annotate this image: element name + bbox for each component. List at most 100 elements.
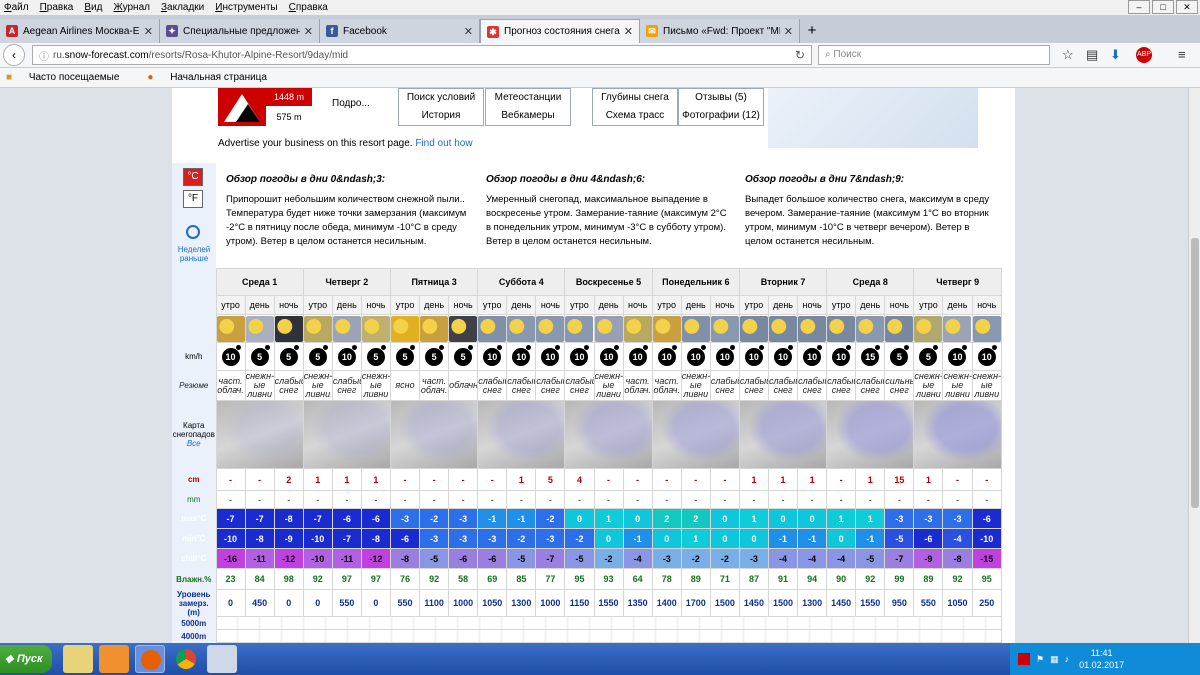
tab-4[interactable]: ✱ Прогноз состояния снега и ... ✕ xyxy=(480,19,640,43)
earlier-week-link[interactable]: Неделей раньше xyxy=(174,245,214,263)
explorer-icon[interactable] xyxy=(63,645,93,673)
chrome-icon[interactable] xyxy=(171,645,201,673)
wind-arrow-icon: 5 xyxy=(890,344,910,366)
snow-map-image[interactable] xyxy=(740,401,826,468)
max-temp-cell: -6 xyxy=(331,508,362,529)
network-icon[interactable]: ▦ xyxy=(1050,654,1059,665)
vertical-scrollbar[interactable] xyxy=(1188,88,1200,643)
snow-map-image[interactable] xyxy=(478,401,564,468)
day-header[interactable]: Среда 8 xyxy=(826,268,915,296)
day-header[interactable]: Среда 1 xyxy=(215,268,304,296)
menu-edit[interactable]: Правка xyxy=(40,2,74,13)
time-of-day: ночь xyxy=(273,295,304,315)
freezing-level-cell: 1550 xyxy=(593,589,624,617)
clock-icon[interactable] xyxy=(186,225,200,239)
wind-cell: 5 xyxy=(884,342,915,371)
bottom-elevation[interactable]: 575 m xyxy=(266,108,312,126)
resort-nav-link[interactable]: Глубины снега xyxy=(593,89,677,107)
maximize-button[interactable]: □ xyxy=(1152,0,1174,14)
scrollbar-thumb[interactable] xyxy=(1191,238,1199,508)
firefox-icon: ● xyxy=(147,72,157,83)
freezing-level-cell: 450 xyxy=(244,589,275,617)
day-header[interactable]: Вторник 7 xyxy=(738,268,828,296)
wx-row xyxy=(172,314,1003,343)
snow-map-image[interactable] xyxy=(653,401,739,468)
search-input[interactable]: ⌕ Поиск xyxy=(818,45,1050,65)
tab-3[interactable]: f Facebook ✕ xyxy=(320,19,480,43)
bookmark-most-visited[interactable]: ■ Часто посещаемые xyxy=(6,72,133,83)
tab-close-icon[interactable]: ✕ xyxy=(304,25,313,38)
tab-close-icon[interactable]: ✕ xyxy=(624,25,633,38)
paint-icon[interactable] xyxy=(207,645,237,673)
snow-map-image[interactable] xyxy=(304,401,390,468)
minimize-button[interactable]: – xyxy=(1128,0,1150,14)
tab-1[interactable]: A Aegean Airlines Москва-Евро... ✕ xyxy=(0,19,160,43)
more-link[interactable]: Подро... xyxy=(332,98,370,109)
menu-help[interactable]: Справка xyxy=(289,2,328,13)
url-bar[interactable]: ⓘ ru. snow-forecast.com/resorts/Rosa-Khut… xyxy=(32,45,812,65)
resort-nav-link[interactable]: Схема трасс xyxy=(593,107,677,125)
tab-5[interactable]: ✉ Письмо «Fwd: Проект "МИК... ✕ xyxy=(640,19,800,43)
tab-close-icon[interactable]: ✕ xyxy=(144,25,153,38)
day-header[interactable]: Четверг 9 xyxy=(913,268,1002,296)
freezing-level-cell: 950 xyxy=(884,589,915,617)
clock[interactable]: 11:41 01.02.2017 xyxy=(1079,647,1124,671)
fahrenheit-toggle[interactable]: °F xyxy=(183,190,203,208)
new-tab-button[interactable]: + xyxy=(800,19,824,43)
map-all-link[interactable]: Все xyxy=(172,439,216,448)
start-button[interactable]: ❖ Пуск xyxy=(0,645,52,673)
top-elevation[interactable]: 1448 m xyxy=(266,88,312,106)
resort-nav-link[interactable]: Метеостанции xyxy=(486,89,570,107)
celsius-toggle[interactable]: °C xyxy=(183,168,203,186)
download-icon[interactable]: ⬇ xyxy=(1110,47,1121,63)
tab-2[interactable]: ✦ Специальные предложения ✕ xyxy=(160,19,320,43)
day-header[interactable]: Четверг 2 xyxy=(302,268,391,296)
max-temp-cell: 2 xyxy=(651,508,682,529)
star-icon[interactable]: ☆ xyxy=(1062,47,1074,63)
media-player-icon[interactable] xyxy=(99,645,129,673)
close-window-button[interactable]: ✕ xyxy=(1176,0,1198,14)
time-of-day: день xyxy=(506,295,537,315)
summary-cell: част. облач. xyxy=(419,370,450,401)
humidity-cell: 97 xyxy=(331,568,362,590)
max-temp-cell: -6 xyxy=(971,508,1003,529)
snow-map-image[interactable] xyxy=(914,401,1001,468)
menu-bookmarks[interactable]: Закладки xyxy=(161,2,204,13)
library-icon[interactable]: ▤ xyxy=(1086,47,1098,63)
day-header[interactable]: Воскресенье 5 xyxy=(564,268,653,296)
back-button[interactable]: ‹ xyxy=(3,44,25,66)
day-header[interactable]: Суббота 4 xyxy=(477,268,566,296)
volume-icon[interactable]: ♪ xyxy=(1065,654,1070,664)
weather-summary: Обзор погоды в дни 0&ndash;3: Припорошит … xyxy=(218,163,1000,267)
reload-icon[interactable]: ↻ xyxy=(795,48,805,62)
banner-image xyxy=(768,88,978,148)
resort-nav-link[interactable]: Вебкамеры xyxy=(486,107,570,125)
rain-cell: - xyxy=(448,490,479,509)
tab-close-icon[interactable]: ✕ xyxy=(464,25,473,38)
day-header[interactable]: Пятница 3 xyxy=(389,268,479,296)
resort-nav-link[interactable]: Фотографии (12) xyxy=(679,107,763,125)
day-header[interactable]: Понедельник 6 xyxy=(651,268,740,296)
snow-map-image[interactable] xyxy=(391,401,477,468)
tab-close-icon[interactable]: ✕ xyxy=(784,25,793,38)
menu-icon[interactable]: ≡ xyxy=(1178,47,1186,62)
resort-nav-link[interactable]: Поиск условий xyxy=(399,89,483,107)
time-of-day: утро xyxy=(913,295,944,315)
resort-nav-link[interactable]: История xyxy=(399,107,483,125)
adblock-icon[interactable]: ABP xyxy=(1136,47,1152,63)
tray-app-icon[interactable] xyxy=(1018,653,1030,665)
humidity-cell: 92 xyxy=(419,568,450,590)
snow-map-image[interactable] xyxy=(565,401,652,468)
resort-nav-link[interactable]: Отзывы (5) xyxy=(679,89,763,107)
menu-history[interactable]: Журнал xyxy=(113,2,150,13)
freezing-level-cell: 550 xyxy=(331,589,362,617)
snow-map-image[interactable] xyxy=(827,401,913,468)
menu-file[interactable]: Файл xyxy=(4,2,29,13)
advert-link[interactable]: Find out how xyxy=(415,138,472,149)
snow-map-image[interactable] xyxy=(217,401,303,468)
menu-view[interactable]: Вид xyxy=(84,2,102,13)
menu-tools[interactable]: Инструменты xyxy=(215,2,277,13)
bookmark-home[interactable]: ● Начальная страница xyxy=(147,72,281,83)
flag-icon[interactable]: ⚑ xyxy=(1036,654,1044,665)
firefox-taskbar-icon[interactable] xyxy=(135,645,165,673)
